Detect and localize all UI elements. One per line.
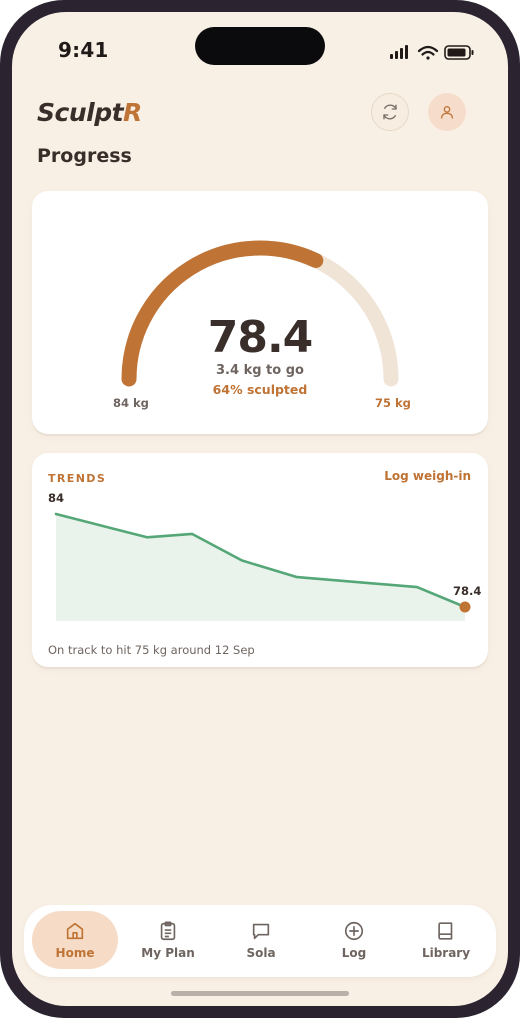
tab-library[interactable]: Library: [403, 911, 489, 969]
sync-button[interactable]: [371, 93, 409, 131]
home-indicator: [171, 991, 349, 996]
app-screen: 9:41 SculptR Progress 78.4 3.4 kg to go …: [12, 12, 508, 1006]
chat-bubble-icon: [252, 923, 270, 940]
book-icon: [438, 922, 453, 940]
tab-my-plan[interactable]: My Plan: [125, 911, 211, 969]
tab-log[interactable]: Log: [311, 911, 397, 969]
dynamic-island: [195, 27, 325, 65]
trend-end-point: [459, 601, 471, 613]
tab-label: Log: [341, 946, 367, 960]
progress-gauge-card: 78.4 3.4 kg to go 64% sculpted 84 kg 75 …: [32, 191, 488, 434]
status-icons: [390, 45, 474, 60]
brand-name: Sculpt: [37, 98, 124, 127]
progress-percent: 64% sculpted: [212, 382, 308, 397]
sync-icon: [383, 104, 397, 120]
tab-label: Home: [55, 946, 95, 960]
trend-start-label: 84: [48, 491, 64, 505]
tab-label: Library: [421, 946, 471, 960]
tab-label: My Plan: [141, 946, 195, 960]
tab-home[interactable]: Home: [32, 911, 118, 969]
page-title: Progress: [37, 145, 132, 167]
wifi-icon: [417, 45, 439, 60]
trend-end-label: 78.4: [453, 584, 481, 598]
weight-trend-chart: 84 78.4: [48, 491, 481, 621]
goal-weight-label: 75 kg: [375, 396, 411, 410]
trend-forecast: On track to hit 75 kg around 12 Sep: [48, 643, 255, 657]
bottom-tab-bar: Home My Plan Sola Log Library: [24, 905, 496, 977]
app-logo: SculptR: [37, 98, 142, 127]
current-weight: 78.4: [207, 312, 314, 363]
home-icon: [66, 922, 84, 940]
tab-label: Sola: [246, 946, 276, 960]
user-icon: [441, 106, 453, 119]
brand-accent: R: [123, 98, 142, 127]
tab-sola[interactable]: Sola: [218, 911, 304, 969]
device-frame: 9:41 SculptR Progress 78.4 3.4 kg to go …: [0, 0, 520, 1018]
signal-icon: [390, 45, 408, 59]
plus-circle-icon: [344, 921, 364, 941]
clipboard-icon: [160, 921, 176, 941]
status-time: 9:41: [58, 38, 109, 62]
start-weight-label: 84 kg: [113, 396, 149, 410]
profile-button[interactable]: [428, 93, 466, 131]
trends-card: TRENDS Log weigh-in 84 78.4 On track to …: [32, 453, 488, 667]
battery-icon: [444, 45, 474, 60]
remaining-to-goal: 3.4 kg to go: [216, 363, 304, 378]
